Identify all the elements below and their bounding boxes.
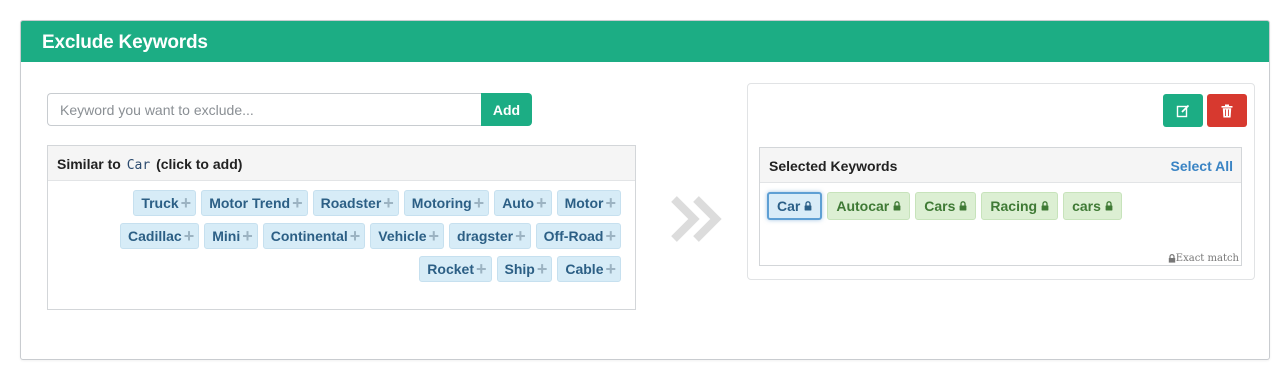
suggestion-chip[interactable]: Cadillac + — [120, 223, 200, 249]
suggestion-label: Vehicle — [378, 228, 427, 244]
suggestion-chip[interactable]: dragster + — [449, 223, 531, 249]
selected-keyword-chip[interactable]: Autocar — [827, 192, 911, 220]
suggestion-chip[interactable]: Ship + — [496, 256, 553, 282]
exact-match-legend: Exact match — [1168, 253, 1239, 264]
plus-icon: + — [349, 226, 361, 246]
selected-header: Selected Keywords Select All — [760, 148, 1241, 183]
plus-icon: + — [605, 193, 616, 213]
selected-keyword-label: cars — [1072, 198, 1101, 214]
suggestion-label: dragster — [457, 228, 514, 244]
suggestion-list: Truck + Motor Trend + Roadster + Motoring + Auto… — [81, 190, 621, 282]
edit-icon — [1176, 104, 1190, 117]
suggestion-chip[interactable]: Motoring + — [403, 190, 490, 216]
plus-icon: + — [428, 226, 440, 246]
suggestion-chip[interactable]: Vehicle + — [370, 223, 445, 249]
selected-keyword-label: Car — [777, 198, 801, 214]
suggestion-chip[interactable]: Off-Road + — [535, 223, 621, 249]
suggestion-chip[interactable]: Roadster + — [312, 190, 399, 216]
suggestion-chip[interactable]: Cable + — [557, 256, 621, 282]
selected-chip-list: Car Autocar Cars Racing cars — [767, 192, 1122, 220]
suggestion-label: Rocket — [427, 261, 474, 277]
suggestion-label: Cadillac — [128, 228, 182, 244]
exclude-keywords-panel: Exclude Keywords Add Similar to Car (cli… — [20, 20, 1270, 360]
plus-icon: + — [473, 193, 485, 213]
keyword-input[interactable] — [47, 93, 481, 126]
select-all-link[interactable]: Select All — [1170, 158, 1233, 182]
selected-keyword-label: Racing — [990, 198, 1038, 214]
exact-match-label: Exact match — [1175, 253, 1239, 264]
similar-keywords-box: Similar to Car (click to add) Truck + Moto… — [47, 145, 636, 310]
selected-keyword-chip[interactable]: Cars — [915, 192, 977, 220]
selected-keyword-chip[interactable]: Racing — [981, 192, 1059, 220]
suggestion-chip[interactable]: Mini + — [204, 223, 258, 249]
selected-keyword-label: Cars — [924, 198, 956, 214]
lock-icon — [1041, 201, 1049, 211]
lock-icon — [893, 201, 901, 211]
similar-keyword: Car — [126, 158, 151, 173]
double-chevron-right-icon — [671, 196, 722, 242]
plus-icon: + — [605, 259, 616, 279]
plus-icon: + — [183, 226, 195, 246]
suggestion-label: Continental — [270, 228, 348, 244]
similar-prefix: Similar to — [57, 156, 121, 172]
lock-icon — [959, 201, 967, 211]
suggestion-label: Truck — [141, 195, 179, 211]
suggestion-chip[interactable]: Rocket + — [419, 256, 492, 282]
plus-icon: + — [515, 226, 526, 246]
suggestion-label: Off-Road — [543, 228, 604, 244]
suggestion-label: Ship — [504, 261, 535, 277]
plus-icon: + — [536, 193, 547, 213]
suggestion-label: Motoring — [411, 195, 472, 211]
suggestion-label: Roadster — [320, 195, 382, 211]
lock-icon — [1105, 201, 1113, 211]
lock-icon — [1168, 254, 1175, 263]
suggestion-label: Motor Trend — [209, 195, 291, 211]
suggestion-label: Motor — [564, 195, 604, 211]
plus-icon: + — [180, 193, 192, 213]
suggestion-label: Cable — [565, 261, 604, 277]
plus-icon: + — [475, 259, 487, 279]
plus-icon: + — [383, 193, 394, 213]
similar-suffix: (click to add) — [156, 156, 243, 172]
selected-keyword-chip[interactable]: cars — [1063, 192, 1122, 220]
suggestion-chip[interactable]: Truck + — [133, 190, 197, 216]
add-button[interactable]: Add — [481, 93, 532, 126]
suggestion-chip[interactable]: Auto + — [494, 190, 552, 216]
delete-button[interactable] — [1207, 94, 1247, 127]
edit-button[interactable] — [1163, 94, 1203, 127]
suggestion-label: Auto — [502, 195, 535, 211]
plus-icon: + — [242, 226, 253, 246]
plus-icon: + — [605, 226, 616, 246]
selected-keywords-box: Selected Keywords Select All Car Autocar C… — [759, 147, 1242, 266]
plus-icon: + — [536, 259, 548, 279]
suggestion-chip[interactable]: Continental + — [262, 223, 366, 249]
similar-header: Similar to Car (click to add) — [48, 146, 635, 181]
selected-keyword-chip[interactable]: Car — [767, 192, 823, 220]
suggestion-chip[interactable]: Motor + — [556, 190, 621, 216]
suggestion-label: Mini — [212, 228, 241, 244]
plus-icon: + — [292, 193, 303, 213]
suggestion-chip[interactable]: Motor Trend + — [201, 190, 308, 216]
selected-keywords-panel: Selected Keywords Select All Car Autocar C… — [747, 83, 1255, 280]
lock-icon — [804, 201, 812, 211]
panel-title: Exclude Keywords — [21, 21, 1269, 62]
selected-title: Selected Keywords — [769, 158, 898, 174]
trash-icon — [1221, 104, 1233, 117]
selected-keyword-label: Autocar — [836, 198, 890, 214]
